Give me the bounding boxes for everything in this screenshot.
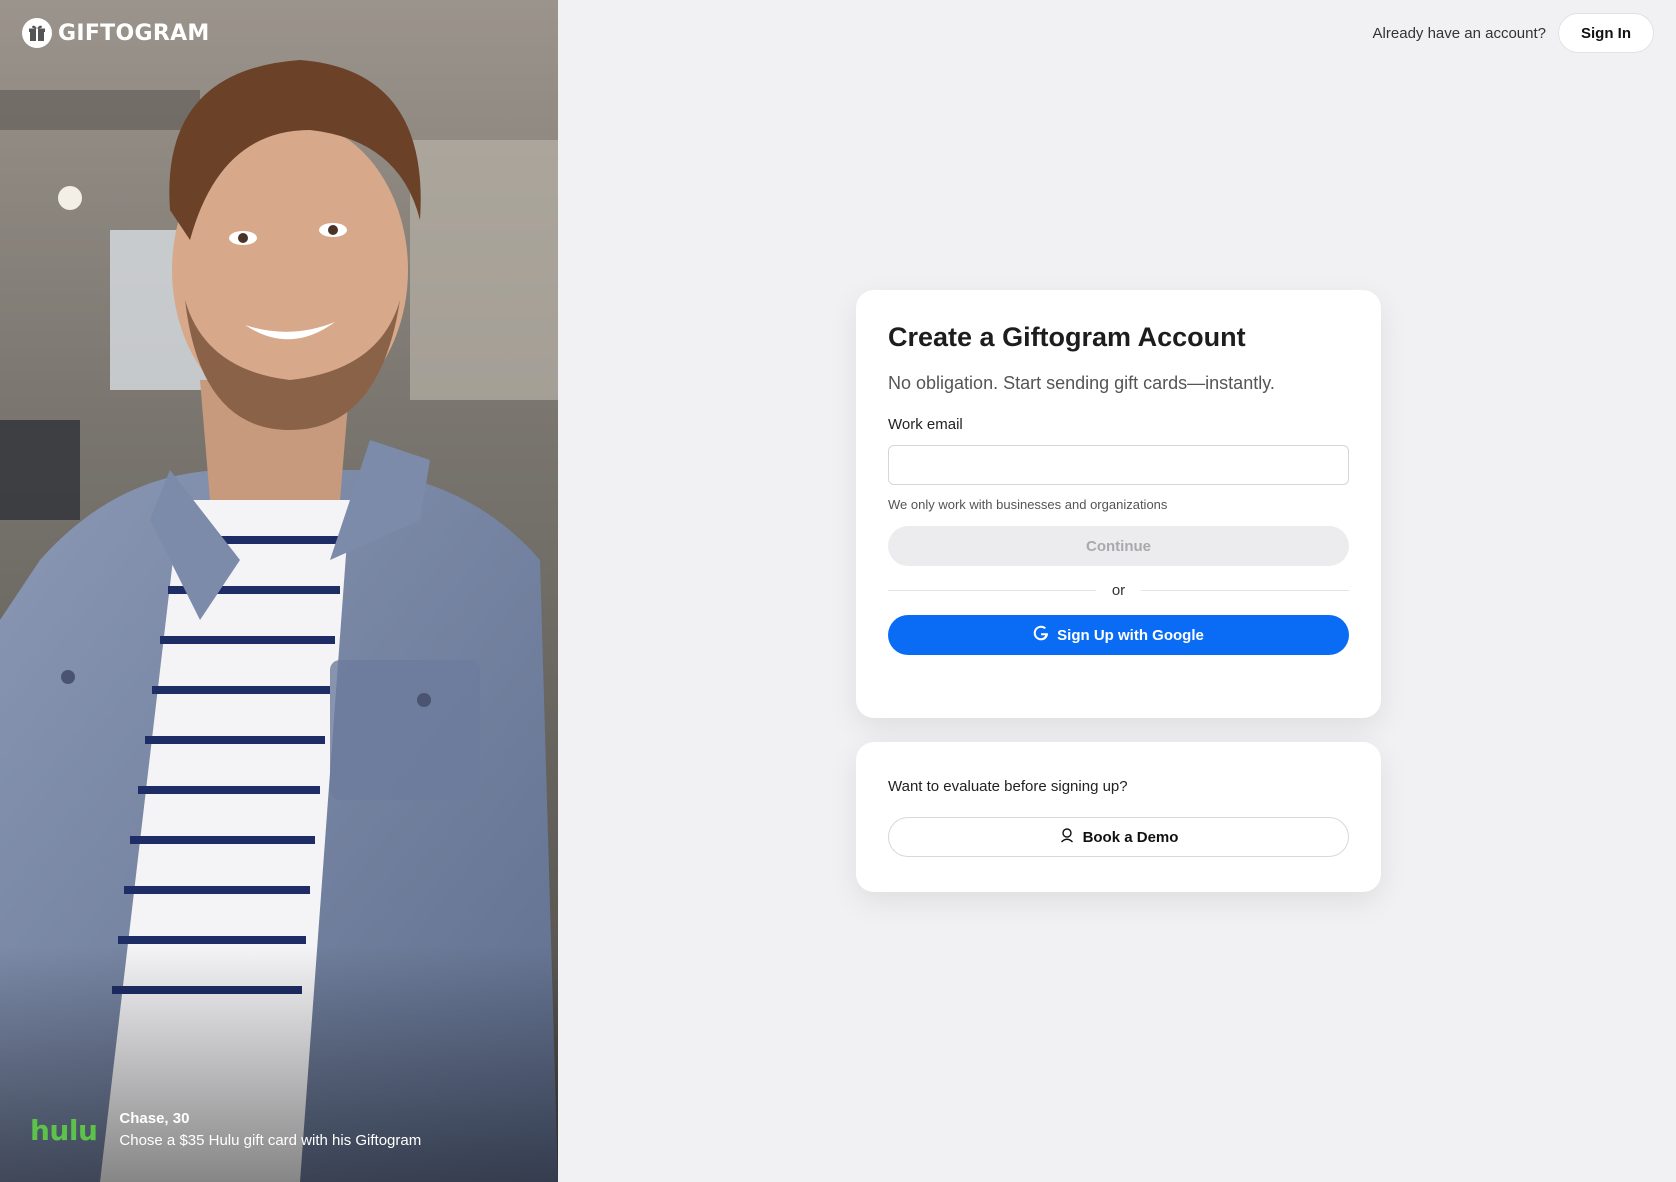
giftogram-logo[interactable]: GIFTOGRAM	[22, 18, 210, 48]
google-signup-button[interactable]: Sign Up with Google	[888, 615, 1349, 655]
page-title: Create a Giftogram Account	[888, 322, 1246, 352]
signup-card: Create a Giftogram Account No obligation…	[856, 290, 1381, 718]
logo-text: GIFTOGRAM	[58, 20, 210, 46]
book-demo-label: Book a Demo	[1082, 828, 1179, 846]
user-icon	[1059, 827, 1075, 847]
gift-icon	[22, 18, 52, 48]
google-button-label: Sign Up with Google	[1057, 626, 1204, 644]
email-hint: We only work with businesses and organiz…	[888, 497, 1168, 512]
top-bar: Already have an account? Sign In	[1373, 13, 1654, 53]
or-divider: or	[888, 582, 1349, 599]
testimonial-caption: hulu Chase, 30 Chose a $35 Hulu gift car…	[30, 1108, 421, 1152]
google-icon	[1033, 625, 1049, 645]
demo-prompt: Want to evaluate before signing up?	[888, 778, 1128, 795]
page-subtitle: No obligation. Start sending gift cards—…	[888, 373, 1275, 393]
divider-line-left	[888, 590, 1096, 591]
divider-text: or	[1111, 582, 1126, 599]
hero-photo	[0, 0, 558, 1182]
testimonial-description: Chose a $35 Hulu gift card with his Gift…	[119, 1132, 422, 1149]
divider-line-right	[1141, 590, 1349, 591]
email-label: Work email	[888, 416, 963, 433]
email-field[interactable]	[888, 445, 1349, 485]
demo-card: Want to evaluate before signing up? Book…	[856, 742, 1381, 892]
account-prompt: Already have an account?	[1372, 24, 1546, 42]
sign-in-button[interactable]: Sign In	[1558, 13, 1654, 53]
hero-photo-panel: GIFTOGRAM hulu Chase, 30 Chose a $35 Hul…	[0, 0, 558, 1182]
hulu-logo: hulu	[30, 1113, 98, 1147]
testimonial-name: Chase, 30	[119, 1110, 190, 1127]
book-demo-button[interactable]: Book a Demo	[888, 817, 1349, 857]
continue-button[interactable]: Continue	[888, 526, 1349, 566]
testimonial-text: Chase, 30 Chose a $35 Hulu gift card wit…	[119, 1108, 421, 1152]
